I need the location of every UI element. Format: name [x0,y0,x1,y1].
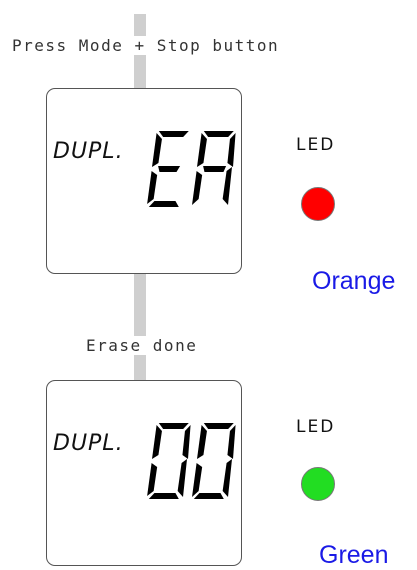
led-indicator-orange [301,187,335,221]
led-color-label: Orange [312,267,396,295]
instruction-label: Erase done [86,336,198,355]
instruction-label: Press Mode + Stop button [12,36,280,55]
segment-glyphs-00 [147,423,236,499]
led-color-label: Green [319,541,389,569]
connector-middle [134,272,146,380]
display-mode-label: DUPL. [53,139,124,164]
segment-glyphs-ea [147,131,236,207]
seven-segment-value: 00 [147,421,239,501]
led-label: LED [296,135,336,155]
display-panel-2: DUPL. 00 [46,380,242,566]
led-label: LED [296,417,336,437]
led-indicator-green [301,467,335,501]
seven-segment-value: EA [147,129,239,209]
display-mode-label: DUPL. [53,431,124,456]
display-panel-1: DUPL. EA [46,88,242,274]
